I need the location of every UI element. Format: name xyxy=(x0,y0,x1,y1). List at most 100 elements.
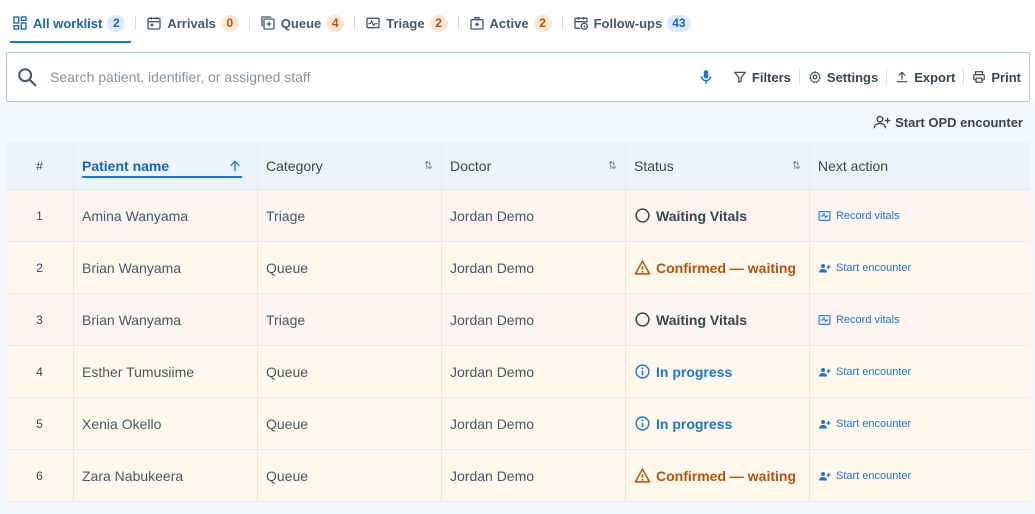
status-cell: Confirmed — waiting xyxy=(626,450,810,501)
next-action-label: Record vitals xyxy=(836,313,900,326)
add-person-icon xyxy=(818,262,836,274)
status-cell: In progress xyxy=(626,398,810,449)
tab-count-badge: 0 xyxy=(220,14,239,32)
table-row[interactable]: 4 Esther Tumusiime Queue Jordan Demo In prog… xyxy=(6,346,1030,398)
col-header-next-action: Next action xyxy=(810,142,1030,189)
col-header-doctor-label: Doctor xyxy=(450,157,492,174)
add-person-icon xyxy=(818,366,836,378)
status-label: Waiting Vitals xyxy=(656,207,748,224)
next-action-cell: Start encounter xyxy=(810,242,1030,293)
microphone-icon[interactable] xyxy=(697,68,715,86)
patient-name[interactable]: Amina Wanyama xyxy=(74,190,258,241)
tab-label: Arrivals xyxy=(167,15,216,31)
tab-all-worklist[interactable]: All worklist 2 xyxy=(6,1,132,45)
sort-icon: ⇅ xyxy=(423,160,433,172)
tab-triage[interactable]: Triage 2 xyxy=(359,1,453,45)
tab-active[interactable]: Active 2 xyxy=(463,1,558,45)
row-number: 5 xyxy=(6,398,74,449)
warning-icon xyxy=(634,259,656,276)
tab-count-badge: 2 xyxy=(107,14,126,32)
export-label: Export xyxy=(914,69,956,85)
next-action-button[interactable]: Record vitals xyxy=(818,210,900,222)
patient-name[interactable]: Brian Wanyama xyxy=(74,242,258,293)
status-cell: Confirmed — waiting xyxy=(626,242,810,293)
status-label: In progress xyxy=(656,415,733,432)
export-button[interactable]: Export xyxy=(887,70,963,85)
upload-icon xyxy=(896,71,908,83)
table-row[interactable]: 3 Brian Wanyama Triage Jordan Demo Waiting V… xyxy=(6,294,1030,346)
tab-count-badge: 2 xyxy=(429,14,448,32)
category-cell: Queue xyxy=(258,242,442,293)
patient-name[interactable]: Brian Wanyama xyxy=(74,294,258,345)
sort-icon: ⇅ xyxy=(791,160,801,172)
patient-name[interactable]: Zara Nabukeera xyxy=(74,450,258,501)
worklist-panel: Start OPD encounter # Patient name Categ… xyxy=(0,102,1035,514)
warning-icon xyxy=(634,467,656,484)
col-header-num-label: # xyxy=(36,158,43,173)
status-cell: Waiting Vitals xyxy=(626,294,810,345)
status-badge: Confirmed — waiting xyxy=(634,467,796,484)
settings-button[interactable]: Settings xyxy=(800,70,886,85)
next-action-button[interactable]: Start encounter xyxy=(818,418,911,430)
table-header: # Patient name Category ⇅ Doctor ⇅ Statu… xyxy=(6,142,1030,190)
table-row[interactable]: 5 Xenia Okello Queue Jordan Demo In progress… xyxy=(6,398,1030,450)
tab-count-badge: 4 xyxy=(326,14,345,32)
col-header-doctor[interactable]: Doctor ⇅ xyxy=(442,142,626,189)
add-person-icon xyxy=(818,470,836,482)
table-body: 1 Amina Wanyama Triage Jordan Demo Waiting V… xyxy=(6,190,1030,502)
next-action-cell: Record vitals xyxy=(810,294,1030,345)
next-action-cell: Start encounter xyxy=(810,346,1030,397)
doctor-cell: Jordan Demo xyxy=(442,190,626,241)
calendar-icon xyxy=(146,15,162,31)
calendar-clock-icon xyxy=(573,15,589,31)
col-header-category[interactable]: Category ⇅ xyxy=(258,142,442,189)
print-label: Print xyxy=(991,69,1021,85)
tab-arrivals[interactable]: Arrivals 0 xyxy=(140,1,244,45)
worklist-table: # Patient name Category ⇅ Doctor ⇅ Statu… xyxy=(6,142,1030,502)
next-action-button[interactable]: Start encounter xyxy=(818,262,911,274)
filters-label: Filters xyxy=(751,69,791,85)
next-action-button[interactable]: Record vitals xyxy=(818,314,900,326)
next-action-button[interactable]: Start encounter xyxy=(818,470,911,482)
next-action-cell: Record vitals xyxy=(810,190,1030,241)
row-number: 1 xyxy=(6,190,74,241)
col-header-next-action-label: Next action xyxy=(818,157,889,174)
col-header-num: # xyxy=(6,142,74,189)
table-row[interactable]: 2 Brian Wanyama Queue Jordan Demo Confirmed … xyxy=(6,242,1030,294)
search-bar: Filters Settings Export Print xyxy=(6,52,1030,102)
col-header-status[interactable]: Status ⇅ xyxy=(626,142,810,189)
table-row[interactable]: 1 Amina Wanyama Triage Jordan Demo Waiting V… xyxy=(6,190,1030,242)
tab-divider xyxy=(248,16,250,30)
add-person-icon xyxy=(818,418,836,430)
settings-label: Settings xyxy=(826,69,879,85)
next-action-label: Start encounter xyxy=(836,417,912,430)
col-header-patient[interactable]: Patient name xyxy=(74,142,258,189)
search-input[interactable] xyxy=(50,69,697,85)
print-button[interactable]: Print xyxy=(964,70,1029,85)
tab-follow-ups[interactable]: Follow-ups 43 xyxy=(567,1,697,45)
arrow-up-icon xyxy=(230,160,240,171)
next-action-label: Start encounter xyxy=(836,365,912,378)
start-opd-label: Start OPD encounter xyxy=(895,114,1023,130)
search-icon xyxy=(16,66,38,88)
tab-count-badge: 43 xyxy=(667,14,691,32)
col-header-category-label: Category xyxy=(266,157,323,174)
start-opd-encounter-button[interactable]: Start OPD encounter xyxy=(873,114,1023,130)
tab-count-badge: 2 xyxy=(533,14,552,32)
tab-label: All worklist xyxy=(33,15,103,31)
table-row[interactable]: 6 Zara Nabukeera Queue Jordan Demo Confirmed… xyxy=(6,450,1030,502)
doctor-cell: Jordan Demo xyxy=(442,398,626,449)
tab-label: Follow-ups xyxy=(593,15,663,31)
patient-name[interactable]: Xenia Okello xyxy=(74,398,258,449)
status-badge: Waiting Vitals xyxy=(634,311,747,328)
tab-queue[interactable]: Queue 4 xyxy=(254,1,350,45)
queue-icon xyxy=(260,15,276,31)
patient-name[interactable]: Esther Tumusiime xyxy=(74,346,258,397)
tab-divider xyxy=(135,16,137,30)
next-action-button[interactable]: Start encounter xyxy=(818,366,911,378)
col-header-status-label: Status xyxy=(634,157,674,174)
status-badge: Waiting Vitals xyxy=(634,207,747,224)
monitor-heart-icon xyxy=(818,210,836,222)
status-badge: In progress xyxy=(634,415,732,432)
filters-button[interactable]: Filters xyxy=(725,70,799,85)
